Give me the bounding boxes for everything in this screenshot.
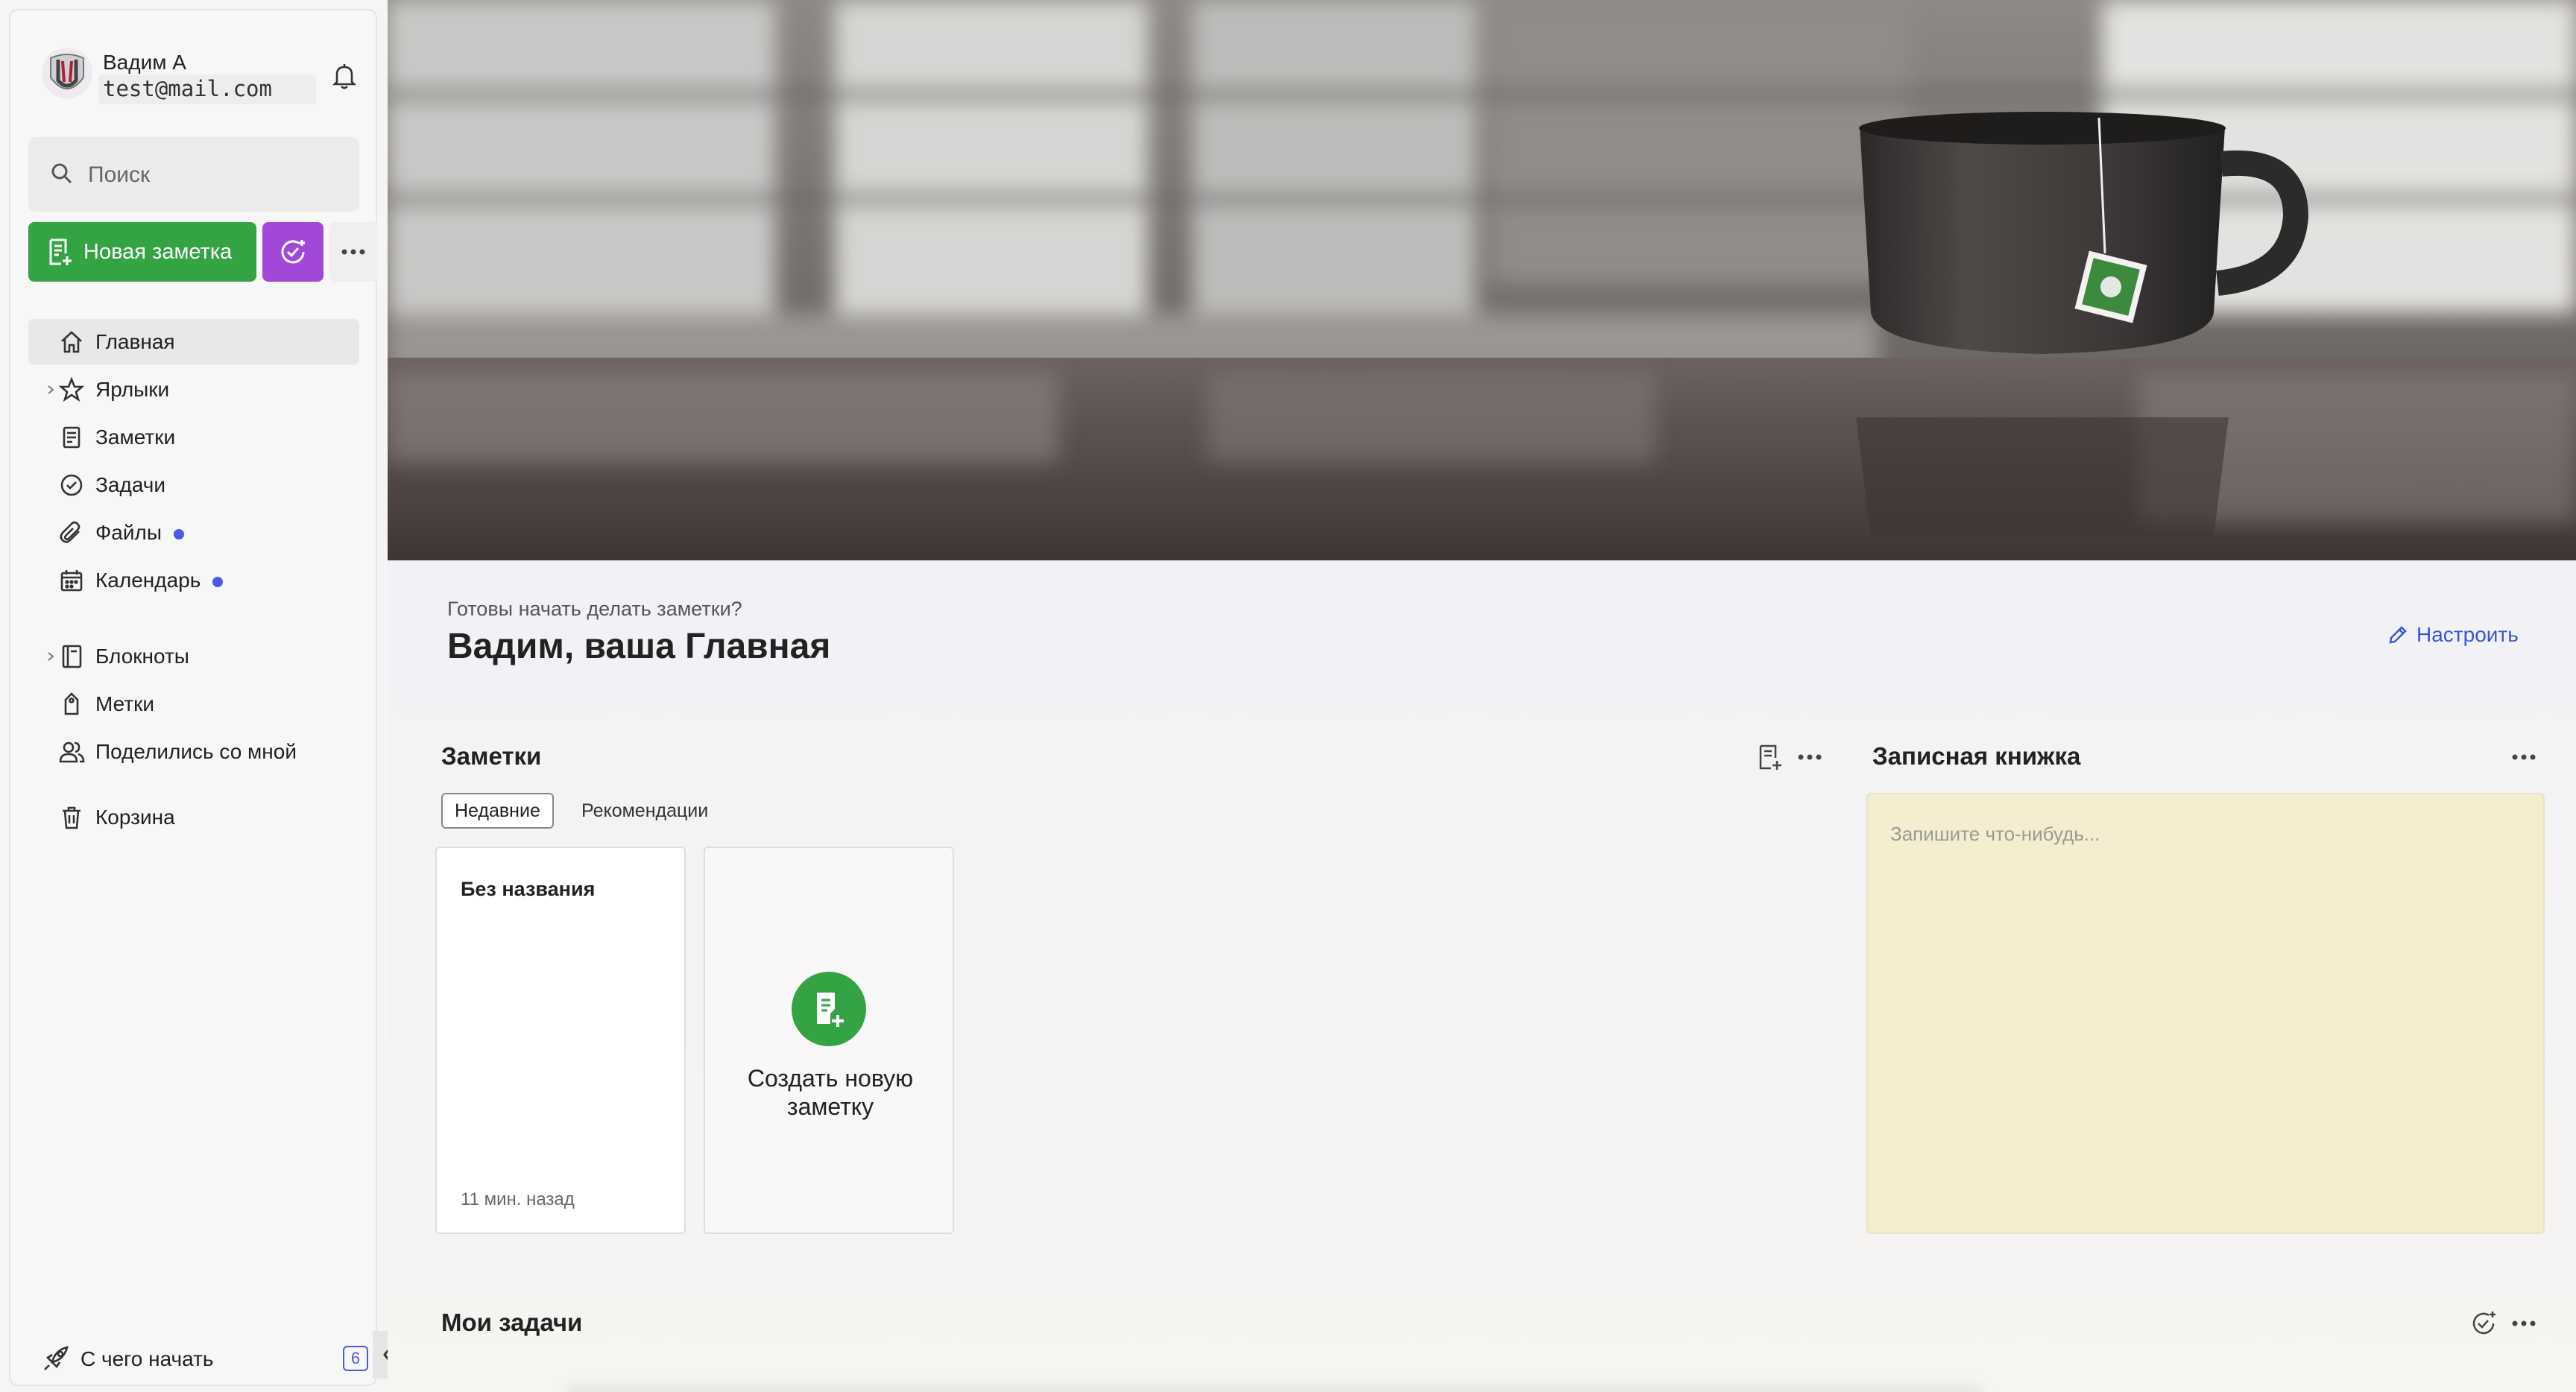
notification-dot — [173, 528, 184, 540]
sidebar-item-shared[interactable]: Поделились со мной — [28, 729, 359, 775]
note-card-title: Без названия — [461, 878, 596, 900]
sidebar-item-calendar[interactable]: Календарь — [28, 557, 359, 604]
home-icon — [61, 331, 82, 353]
sidebar-item-notes[interactable]: Заметки — [28, 414, 359, 461]
tasks-panel-edge — [566, 1385, 1983, 1392]
sidebar-item-tags[interactable]: Метки — [28, 681, 359, 727]
new-note-label: Новая заметка — [83, 239, 233, 264]
search-input[interactable] — [88, 159, 341, 191]
sidebar-item-label: Заметки — [95, 425, 176, 449]
user-name: Вадим А — [103, 51, 186, 74]
sidebar-item-label: Поделились со мной — [95, 740, 297, 763]
user-email: test@mail.com — [98, 75, 316, 104]
new-note-icon — [1759, 744, 1781, 770]
page-title: Вадим, ваша Главная — [447, 627, 831, 666]
scratchpad-more-button[interactable] — [2507, 741, 2540, 773]
new-task-button[interactable] — [262, 222, 323, 282]
sidebar-item-label: Корзина — [95, 806, 175, 829]
new-note-icon — [49, 238, 72, 265]
new-task-small-button[interactable] — [2467, 1307, 2500, 1340]
notes-more-button[interactable] — [1793, 741, 1826, 773]
sidebar-item-trash[interactable]: Корзина — [28, 794, 359, 841]
customize-button[interactable]: Настроить — [2387, 620, 2519, 650]
create-note-label: Создать новую заметку — [747, 1065, 914, 1120]
tasks-section-title: Мои задачи — [441, 1309, 583, 1336]
note-card-timestamp: 11 мин. назад — [461, 1189, 575, 1209]
task-check-icon — [281, 240, 305, 264]
new-note-button[interactable]: Новая заметка — [28, 222, 256, 282]
trash-icon — [63, 806, 80, 829]
sidebar-item-notebooks[interactable]: Блокноты — [28, 633, 359, 680]
task-check-icon — [2472, 1312, 2496, 1335]
more-dots-icon — [2512, 1320, 2536, 1326]
note-card[interactable]: Без названия 11 мин. назад — [435, 847, 686, 1234]
star-icon — [58, 376, 85, 402]
sidebar-item-home[interactable]: Главная — [28, 319, 359, 365]
page-subtitle: Готовы начать делать заметки? — [447, 598, 742, 620]
pencil-icon — [2389, 626, 2407, 644]
getting-started-label: С чего начать — [80, 1347, 214, 1370]
new-note-small-button[interactable] — [1753, 741, 1786, 773]
sidebar-item-label: Метки — [95, 692, 154, 715]
sidebar-item-label: Задачи — [95, 473, 166, 496]
sidebar-item-label: Блокноты — [95, 645, 189, 668]
scratchpad-input[interactable] — [1890, 823, 2524, 1210]
people-icon — [59, 741, 85, 763]
more-dots-icon — [341, 249, 365, 255]
sidebar: Вадим А test@mail.com Новая заметка — [9, 9, 377, 1386]
sidebar-item-files[interactable]: Файлы — [28, 510, 359, 556]
more-options-button[interactable] — [329, 222, 377, 282]
sidebar-item-tasks[interactable]: Задачи — [28, 462, 359, 508]
note-icon — [63, 426, 80, 449]
chevron-right-icon — [48, 652, 54, 661]
task-check-icon — [60, 474, 83, 496]
customize-label: Настроить — [2416, 623, 2519, 646]
chevron-right-icon — [48, 385, 54, 394]
scratchpad-panel — [1866, 793, 2545, 1234]
tasks-more-button[interactable] — [2507, 1307, 2540, 1340]
paperclip-icon — [60, 521, 80, 543]
create-note-icon — [792, 972, 866, 1046]
scratchpad-section-title: Записная книжка — [1872, 742, 2081, 770]
tag-icon — [64, 692, 79, 715]
more-dots-icon — [2512, 754, 2536, 760]
sidebar-item-shortcuts[interactable]: Ярлыки — [28, 367, 359, 413]
sidebar-item-label: Главная — [95, 330, 175, 353]
getting-started-item[interactable]: С чего начать 6 — [28, 1332, 368, 1385]
sidebar-item-label: Файлы — [95, 521, 184, 545]
bell-icon[interactable] — [328, 60, 361, 92]
notes-section-title: Заметки — [441, 742, 542, 770]
getting-started-count-badge: 6 — [343, 1346, 368, 1371]
sidebar-item-label: Календарь — [95, 569, 224, 592]
account-menu[interactable]: Вадим А test@mail.com — [33, 37, 361, 112]
rocket-icon — [44, 1346, 69, 1370]
avatar — [42, 48, 92, 98]
notification-dot — [212, 576, 224, 587]
calendar-icon — [60, 570, 83, 592]
hero-banner-image — [388, 0, 2576, 560]
search-box[interactable] — [28, 137, 359, 212]
create-note-card[interactable]: Создать новую заметку — [704, 847, 954, 1234]
tab-recommendations[interactable]: Рекомендации — [569, 793, 720, 829]
notebook-icon — [62, 645, 82, 668]
sidebar-item-label: Ярлыки — [95, 378, 170, 401]
search-icon — [49, 161, 75, 186]
more-dots-icon — [1798, 754, 1822, 760]
tab-recent[interactable]: Недавние — [441, 793, 554, 829]
